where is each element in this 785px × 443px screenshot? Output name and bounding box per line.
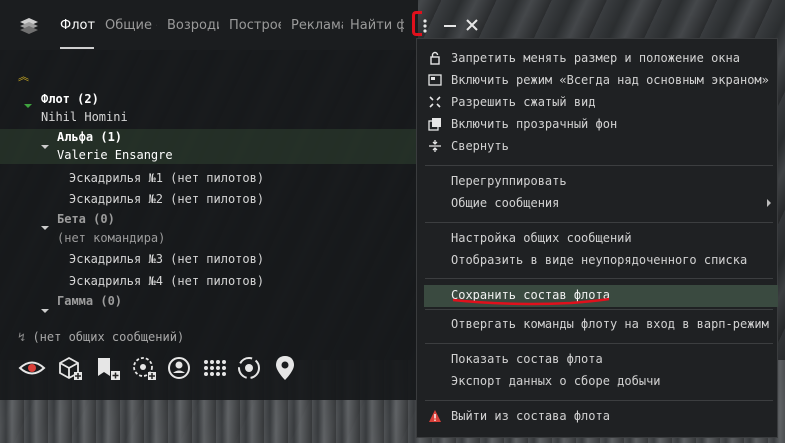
squad-3[interactable]: Эскадрилья №3 (нет пилотов): [69, 252, 264, 266]
minimize-icon[interactable]: [440, 14, 460, 36]
grid-icon[interactable]: [200, 354, 228, 382]
close-icon[interactable]: [462, 14, 482, 36]
motd-icon: ↯: [18, 330, 33, 344]
collapse-all-icon[interactable]: ︽: [18, 68, 29, 84]
squad-4[interactable]: Эскадрилья №4 (нет пилотов): [69, 274, 264, 288]
menu-leave-fleet[interactable]: Выйти из состава флота: [451, 409, 610, 423]
tab-respawn[interactable]: Возроди: [167, 18, 219, 33]
menu-always-on-top[interactable]: Включить режим «Всегда над основным экра…: [451, 73, 769, 87]
more-options-icon[interactable]: [418, 14, 438, 36]
active-tab-indicator: [60, 47, 94, 49]
menu-collapse[interactable]: Свернуть: [451, 139, 509, 153]
menu-transparent-bg[interactable]: Включить прозрачный фон: [451, 117, 617, 131]
fleet-broadcast-icon[interactable]: [56, 354, 84, 382]
motd-label: (нет общих сообщений): [32, 330, 185, 344]
menu-unordered-list[interactable]: Отобразить в виде неупорядоченного списк…: [451, 253, 747, 267]
submenu-arrow-icon: [767, 199, 771, 207]
fleet-logo-icon[interactable]: [18, 15, 40, 37]
fleet-window: Флот Общие с Возроди Построе Реклама Най…: [0, 0, 478, 400]
collapse-icon: [429, 140, 441, 152]
motd-text: ↯ (нет общих сообщений): [18, 330, 184, 344]
fleet-location-icon[interactable]: [235, 354, 263, 382]
wing-gamma-caret-icon[interactable]: [41, 309, 49, 313]
menu-separator: [425, 343, 773, 344]
tab-advert[interactable]: Реклама: [291, 18, 343, 33]
wing-alpha-caret-icon[interactable]: [41, 145, 49, 149]
menu-broadcasts[interactable]: Общие сообщения: [451, 196, 559, 210]
menu-separator: [425, 165, 773, 166]
squad-2[interactable]: Эскадрилья №2 (нет пилотов): [69, 192, 264, 206]
menu-reject-warp[interactable]: Отвергать команды флоту на вход в варп-р…: [451, 317, 769, 331]
menu-separator: [425, 309, 773, 310]
tab-bar: Флот Общие с Возроди Построе Реклама Най…: [0, 0, 478, 50]
context-menu: Запретить менять размер и положение окна…: [416, 38, 778, 438]
fleet-caret-icon[interactable]: [24, 104, 32, 108]
menu-regroup[interactable]: Перегруппировать: [451, 174, 567, 188]
transparent-bg-icon: [428, 118, 441, 131]
wing-gamma[interactable]: Гамма (0): [57, 294, 122, 308]
map-pin-icon[interactable]: [271, 354, 299, 382]
target-icon[interactable]: [130, 354, 158, 382]
tab-formation[interactable]: Построе: [229, 18, 281, 33]
squad-1[interactable]: Эскадрилья №1 (нет пилотов): [69, 171, 264, 185]
wing-alpha[interactable]: Альфа (1): [57, 130, 122, 144]
wing-beta-commander[interactable]: (нет командира): [57, 231, 165, 245]
menu-separator: [425, 278, 773, 279]
warning-icon: [429, 410, 441, 422]
annotation-underline: [452, 297, 610, 306]
menu-show-fleet-composition[interactable]: Показать состав флота: [451, 352, 603, 366]
menu-compact-view[interactable]: Разрешить сжатый вид: [451, 95, 596, 109]
menu-lock-window[interactable]: Запретить менять размер и положение окна: [451, 51, 740, 65]
wing-alpha-commander[interactable]: Valerie Ensangre: [57, 148, 173, 162]
compact-view-icon: [429, 96, 441, 108]
menu-export-loot[interactable]: Экспорт данных о сборе добычи: [451, 374, 661, 388]
fleet-commander[interactable]: Nihil Homini: [41, 110, 128, 124]
menu-broadcast-settings[interactable]: Настройка общих сообщений: [451, 231, 632, 245]
tab-broadcasts[interactable]: Общие с: [105, 18, 157, 33]
fleet-member-icon[interactable]: [165, 354, 193, 382]
add-wing-icon[interactable]: [94, 354, 122, 382]
menu-separator: [425, 222, 773, 223]
wing-beta-caret-icon[interactable]: [41, 226, 49, 230]
fleet-node[interactable]: Флот (2): [41, 92, 99, 106]
tab-find-fleet[interactable]: Найти ф: [350, 18, 404, 33]
always-on-top-icon: [428, 74, 442, 86]
lock-icon: [430, 51, 440, 65]
wing-beta[interactable]: Бета (0): [57, 212, 115, 226]
menu-separator: [425, 400, 773, 401]
tab-fleet[interactable]: Флот: [60, 18, 96, 33]
watchlist-eye-icon[interactable]: [18, 354, 46, 382]
